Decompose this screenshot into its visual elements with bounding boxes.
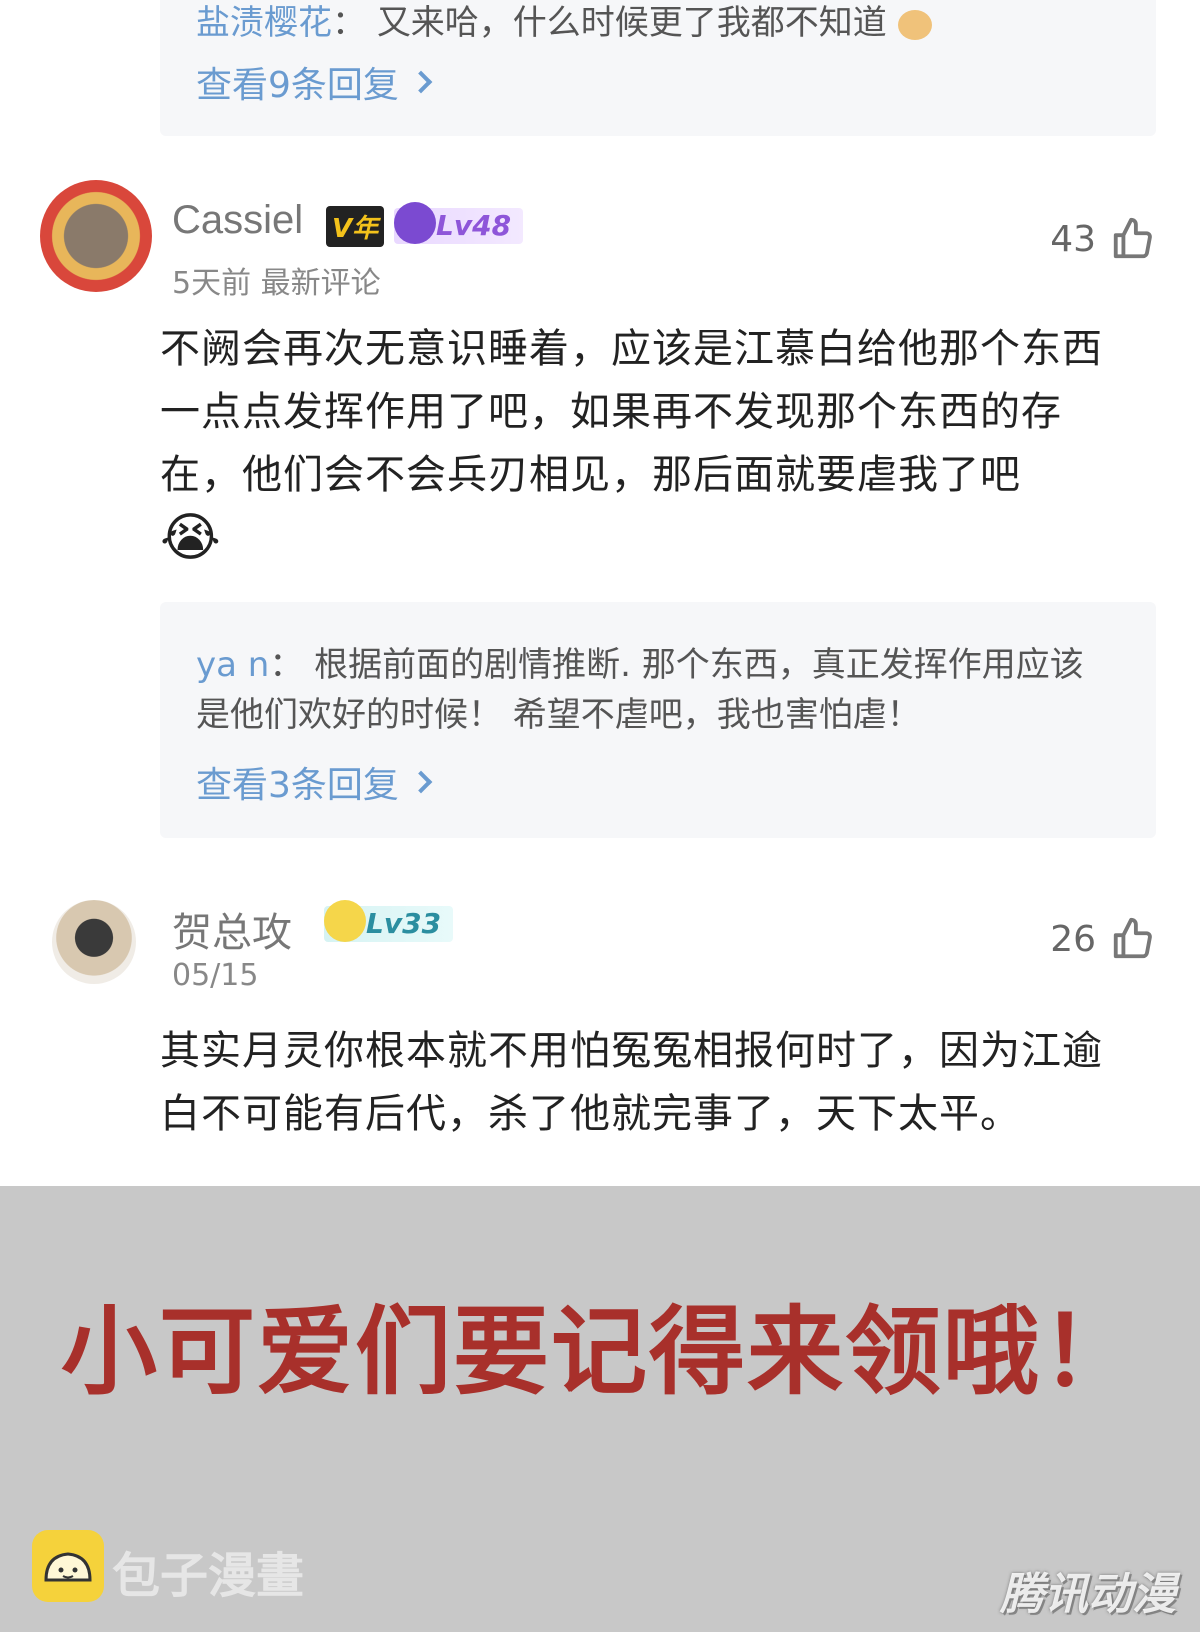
avatar[interactable] [52, 900, 136, 984]
chevron-right-icon [409, 770, 433, 794]
level-label: Lv33 [366, 907, 442, 940]
logo-text: 包子漫畫 [112, 1548, 305, 1604]
promo-banner: 小可爱们要记得来领哦！ 包子漫畫 腾讯动漫 [0, 1186, 1200, 1632]
reply-line: 盐渍樱花： 又来哈，什么时候更了我都不知道 [196, 0, 932, 48]
like-count: 43 [1050, 218, 1096, 260]
chevron-right-icon [409, 70, 433, 94]
like-button[interactable]: 26 [1050, 916, 1156, 962]
crying-emoji-icon: 😭 [160, 508, 222, 568]
level-badge: Lv33 [324, 900, 454, 942]
username[interactable]: Cassiel [172, 198, 303, 243]
vip-badge: V年 [326, 206, 385, 247]
level-badge: Lv48 [394, 202, 524, 244]
like-count: 26 [1050, 918, 1096, 960]
watermark-logo: 腾讯动漫 [1000, 1569, 1176, 1620]
thumbs-up-icon [1113, 217, 1152, 259]
reply-separator: ： [332, 3, 366, 43]
reply-separator: ： [269, 645, 304, 685]
comment-meta: 05/15 [172, 958, 259, 993]
reply-box-top: 盐渍樱花： 又来哈，什么时候更了我都不知道 查看9条回复 [160, 0, 1156, 136]
view-replies-link[interactable]: 查看9条回复 [196, 56, 433, 108]
reply-box: ya n： 根据前面的剧情推断. 那个东西，真正发挥作用应该是他们欢好的时候！ … [160, 602, 1156, 838]
emoji-icon [897, 9, 932, 40]
reply-text: 又来哈，什么时候更了我都不知道 [376, 3, 887, 43]
level-icon [394, 202, 436, 244]
username[interactable]: 贺总攻 [172, 900, 292, 958]
avatar[interactable] [40, 180, 152, 292]
view-replies-link[interactable]: 查看3条回复 [196, 756, 433, 808]
level-label: Lv48 [436, 209, 512, 242]
promo-title: 小可爱们要记得来领哦！ [61, 1296, 1139, 1408]
reply-text: 根据前面的剧情推断. 那个东西，真正发挥作用应该是他们欢好的时候！ 希望不虐吧，… [196, 645, 1084, 735]
view-replies-label: 查看9条回复 [196, 65, 399, 106]
comment-body: 其实月灵你根本就不用怕冤冤相报何时了，因为江逾白不可能有后代，杀了他就完事了，天… [160, 1028, 1103, 1137]
reply-line: ya n： 根据前面的剧情推断. 那个东西，真正发挥作用应该是他们欢好的时候！ … [196, 640, 1116, 740]
comment-body: 不阙会再次无意识睡着，应该是江慕白给他那个东西一点点发挥作用了吧，如果再不发现那… [160, 318, 1140, 574]
like-button[interactable]: 43 [1050, 216, 1156, 262]
view-replies-label: 查看3条回复 [196, 765, 399, 806]
level-icon [324, 900, 366, 942]
bun-logo-icon [32, 1530, 104, 1602]
thumbs-up-icon [1113, 917, 1152, 959]
reply-username[interactable]: ya n [196, 645, 269, 685]
comment-meta: 5天前 最新评论 [172, 266, 381, 301]
comment-text: 不阙会再次无意识睡着，应该是江慕白给他那个东西一点点发挥作用了吧，如果再不发现那… [160, 326, 1103, 498]
reply-username[interactable]: 盐渍樱花 [196, 3, 332, 43]
bun-logo-shape [44, 1552, 92, 1582]
